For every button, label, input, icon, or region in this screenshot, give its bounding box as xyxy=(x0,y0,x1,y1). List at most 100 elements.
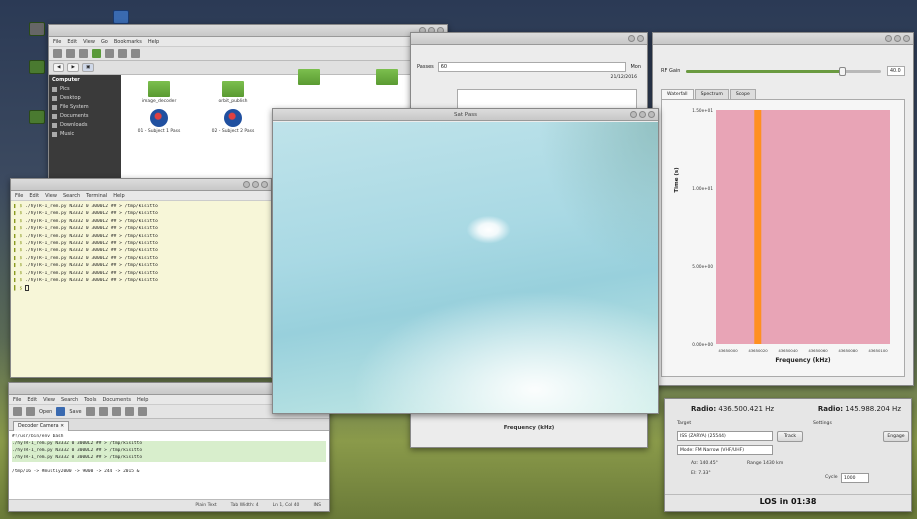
tab-decoder-camera[interactable]: Decoder Camera ✕ xyxy=(13,421,70,431)
image-viewer-window: Sat Pass xyxy=(272,108,659,414)
menu-edit[interactable]: Edit xyxy=(27,395,37,404)
status-tab-width[interactable]: Tab Width: 4 xyxy=(231,500,259,511)
menu-terminal[interactable]: Terminal xyxy=(86,191,107,200)
status-language[interactable]: Plain Text xyxy=(195,500,216,511)
back-icon[interactable] xyxy=(53,49,62,58)
rf-gain-slider[interactable] xyxy=(686,66,881,76)
copy-icon[interactable] xyxy=(124,407,134,416)
sidebar-item[interactable]: File System xyxy=(52,103,118,112)
sidebar-heading: Computer xyxy=(52,77,80,83)
zoom-in-icon[interactable] xyxy=(131,49,140,58)
open-icon[interactable] xyxy=(26,407,35,416)
terminal-line: ▌ $ ./hyTR-1_rem.py N3332 0 3000L2 ## > … xyxy=(14,204,158,209)
close-button[interactable] xyxy=(261,181,268,188)
save-icon[interactable] xyxy=(56,407,66,416)
x-tick-label: 43650000 xyxy=(718,348,738,353)
cycle-label: Cycle xyxy=(825,475,838,480)
menu-help[interactable]: Help xyxy=(137,395,148,404)
breadcrumb-item[interactable]: ▶ xyxy=(67,63,79,72)
folder-icon xyxy=(222,81,244,97)
file-item[interactable]: image_decoder xyxy=(131,81,187,104)
maximize-button[interactable] xyxy=(252,181,259,188)
file-item[interactable] xyxy=(281,69,337,87)
rf-gain-handle[interactable] xyxy=(839,66,847,76)
maximize-button[interactable] xyxy=(639,111,646,118)
save-button[interactable]: Save xyxy=(69,409,81,415)
new-document-icon[interactable] xyxy=(13,407,22,416)
editor-line: ./hyTR-1_rem.py N3332 0 3000L2 ## > /tmp… xyxy=(12,455,326,462)
minimize-button[interactable] xyxy=(885,35,892,42)
file-item[interactable]: 02 - Subject 2 Pass xyxy=(205,109,261,134)
menu-help[interactable]: Help xyxy=(148,37,159,46)
menu-view[interactable]: View xyxy=(83,37,95,46)
minimize-button[interactable] xyxy=(630,111,637,118)
text-editor-content[interactable]: #!/usr/bin/env bash ./hyTR-1_rem.py N333… xyxy=(9,431,329,499)
engage-button[interactable]: Engage xyxy=(883,431,909,442)
downlink-frequency: Radio: 436.500.421 Hz xyxy=(691,405,775,413)
open-button[interactable]: Open xyxy=(39,409,52,415)
up-icon[interactable] xyxy=(79,49,88,58)
folder-icon xyxy=(29,110,45,124)
zoom-out-icon[interactable] xyxy=(118,49,127,58)
minimize-button[interactable] xyxy=(243,181,250,188)
cycle-spinbox[interactable]: 1000 xyxy=(841,473,869,483)
desktop-icon-computer[interactable] xyxy=(26,22,48,37)
terminal-prompt: ▌ $ xyxy=(14,285,268,292)
menu-view[interactable]: View xyxy=(45,191,57,200)
menu-edit[interactable]: Edit xyxy=(29,191,39,200)
waterfall-chart[interactable]: 1.50e+01 1.00e+01 5.00e+00 0.00e+00 4365000… xyxy=(662,100,906,378)
menu-file[interactable]: File xyxy=(15,191,23,200)
track-button[interactable]: Track xyxy=(777,431,803,442)
breadcrumb-item[interactable]: ◀ xyxy=(53,63,65,72)
tab-spectrum[interactable]: Spectrum xyxy=(694,89,729,99)
menu-documents[interactable]: Documents xyxy=(102,395,131,404)
tab-scope[interactable]: Scope xyxy=(729,89,756,99)
menu-bookmarks[interactable]: Bookmarks xyxy=(114,37,142,46)
paste-icon[interactable] xyxy=(137,407,147,416)
file-item[interactable]: orbit_publish xyxy=(205,81,261,104)
breadcrumb-item[interactable]: ▣ xyxy=(81,63,95,72)
minimize-button[interactable] xyxy=(628,35,635,42)
terminal-output[interactable]: ▌ $ ./hyTR-1_rem.py N3332 0 3000L2 ## > … xyxy=(11,201,271,377)
close-tab-icon[interactable]: ✕ xyxy=(60,424,64,429)
forward-icon[interactable] xyxy=(66,49,75,58)
sidebar-item[interactable]: Music xyxy=(52,130,118,139)
passes-list[interactable] xyxy=(457,89,637,109)
x-tick-label: 43650100 xyxy=(868,348,888,353)
target-select[interactable]: ISS (ZARYA) (25544) xyxy=(677,431,773,441)
reload-icon[interactable] xyxy=(105,49,114,58)
mode-select[interactable]: Mode: FM Narrow (VHF/UHF) xyxy=(677,445,773,455)
terminal-line: ▌ $ ./hyTR-1_rem.py N3332 0 3000L2 ## > … xyxy=(14,218,158,224)
close-button[interactable] xyxy=(903,35,910,42)
file-item[interactable]: 01 - Subject 1 Pass xyxy=(131,109,187,134)
menu-search[interactable]: Search xyxy=(61,395,78,404)
sidebar-item[interactable]: Desktop xyxy=(52,94,118,103)
menu-file[interactable]: File xyxy=(13,395,21,404)
terminal-line: ▌ $ ./hyTR-1_rem.py N3332 0 3000L2 ## > … xyxy=(14,233,158,239)
signal-band xyxy=(754,110,762,344)
rf-gain-spinbox[interactable]: 40.0 xyxy=(887,66,905,76)
menu-search[interactable]: Search xyxy=(63,191,80,200)
close-button[interactable] xyxy=(637,35,644,42)
file-item[interactable] xyxy=(359,69,415,87)
menu-file[interactable]: File xyxy=(53,37,61,46)
desktop-icon-trash[interactable] xyxy=(26,110,48,125)
desktop-icon-home[interactable] xyxy=(26,60,48,75)
sidebar-item[interactable]: Downloads xyxy=(52,121,118,130)
undo-icon[interactable] xyxy=(85,407,95,416)
cut-icon[interactable] xyxy=(111,407,121,416)
menu-go[interactable]: Go xyxy=(101,37,108,46)
desktop-icon-network[interactable] xyxy=(110,10,132,25)
menu-help[interactable]: Help xyxy=(113,191,124,200)
maximize-button[interactable] xyxy=(894,35,901,42)
redo-icon[interactable] xyxy=(98,407,108,416)
home-icon[interactable] xyxy=(92,49,101,58)
close-button[interactable] xyxy=(648,111,655,118)
passes-input[interactable]: 60 xyxy=(437,62,627,72)
tab-waterfall[interactable]: Waterfall xyxy=(661,89,694,99)
menu-edit[interactable]: Edit xyxy=(67,37,77,46)
menu-tools[interactable]: Tools xyxy=(84,395,96,404)
menu-view[interactable]: View xyxy=(43,395,55,404)
sidebar-item[interactable]: Pics xyxy=(52,85,118,94)
sidebar-item[interactable]: Documents xyxy=(52,112,118,121)
